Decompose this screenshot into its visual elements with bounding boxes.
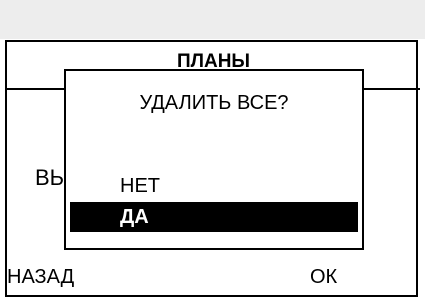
option-yes[interactable]: ДА: [70, 202, 358, 232]
option-no[interactable]: НЕТ: [70, 171, 358, 201]
confirm-delete-dialog: УДАЛИТЬ ВСЕ? НЕТ ДА: [64, 69, 364, 250]
top-bar: [0, 0, 425, 39]
dialog-title: УДАЛИТЬ ВСЕ?: [139, 92, 289, 114]
back-softkey[interactable]: НАЗАД: [7, 265, 74, 289]
ok-softkey[interactable]: ОК: [310, 265, 337, 289]
